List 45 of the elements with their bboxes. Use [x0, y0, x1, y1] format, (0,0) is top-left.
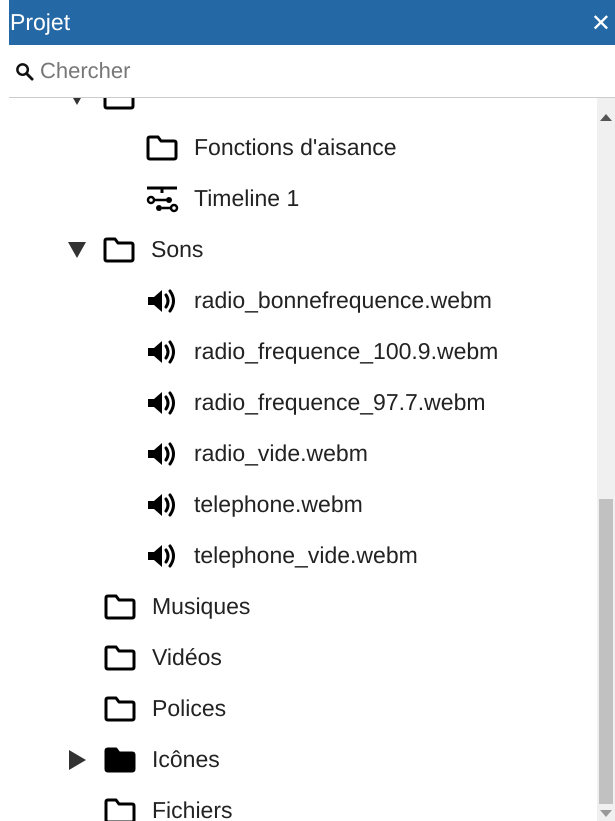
item-label: Icônes	[152, 746, 220, 773]
scrollbar-thumb[interactable]	[599, 499, 613, 804]
folder-icon	[103, 796, 137, 821]
panel-title: Projet	[9, 9, 70, 36]
folder-icon	[103, 694, 137, 722]
filled-folder-icon	[103, 746, 137, 774]
tree-item[interactable]: Sons	[9, 224, 597, 275]
item-label: radio_frequence_100.9.webm	[194, 338, 498, 365]
timeline-icon	[145, 184, 179, 212]
item-label: radio_bonnefrequence.webm	[194, 287, 492, 314]
tree-item[interactable]: Musiques	[9, 581, 597, 632]
folder-icon	[145, 134, 179, 162]
item-label: Timeline 1	[194, 185, 300, 212]
item-label: Sons	[151, 236, 204, 263]
scroll-up-icon[interactable]	[600, 114, 612, 121]
search-icon	[15, 62, 34, 80]
item-label: Fonctions d'aisance	[194, 134, 397, 161]
expanded-triangle-icon[interactable]	[68, 242, 86, 258]
tree-item[interactable]: radio_vide.webm	[9, 428, 597, 479]
tree-item[interactable]: Vidéos	[9, 632, 597, 683]
item-label: radio_vide.webm	[194, 440, 368, 467]
tree-item[interactable]: Timeline 1	[9, 173, 597, 224]
close-button[interactable]: ✕	[590, 10, 615, 34]
item-label: telephone_vide.webm	[194, 542, 418, 569]
tree-item[interactable]: radio_frequence_97.7.webm	[9, 377, 597, 428]
folder-icon	[103, 592, 137, 620]
item-label: Vidéos	[152, 644, 222, 671]
tree-item[interactable]: telephone_vide.webm	[9, 530, 597, 581]
item-label: Polices	[152, 695, 226, 722]
tree-item[interactable]: telephone.webm	[9, 479, 597, 530]
tree-item[interactable]: Polices	[9, 683, 597, 734]
item-label: Musiques	[152, 593, 250, 620]
tree-item[interactable]: Icônes	[9, 734, 597, 785]
search-field[interactable]: Chercher	[40, 58, 615, 84]
item-label: telephone.webm	[194, 491, 363, 518]
folder-icon	[102, 236, 136, 264]
tree-item[interactable]: Fonctions d'aisance	[9, 122, 597, 173]
item-label: Fichiers	[152, 797, 233, 821]
tree-item[interactable]: Fichiers	[9, 785, 597, 821]
scrollbar[interactable]	[597, 98, 615, 821]
collapsed-triangle-icon[interactable]	[69, 750, 86, 770]
item-label: radio_frequence_97.7.webm	[194, 389, 486, 416]
tree-item[interactable]: radio_bonnefrequence.webm	[9, 275, 597, 326]
folder-icon	[103, 644, 137, 672]
tree-item[interactable]: radio_frequence_100.9.webm	[9, 326, 597, 377]
